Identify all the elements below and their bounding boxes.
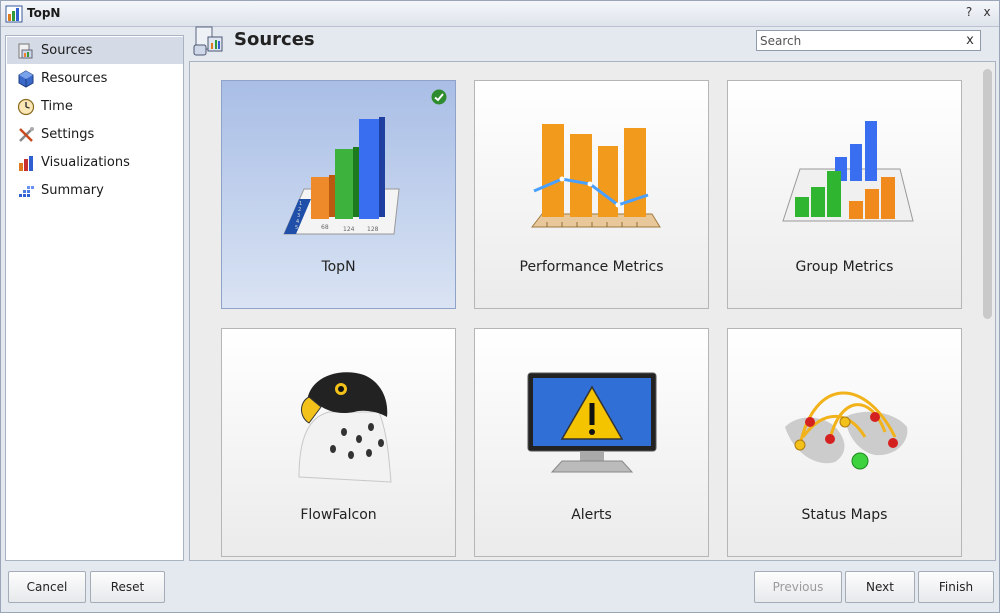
svg-text:124: 124 bbox=[343, 226, 355, 233]
sidebar-item-summary[interactable]: Summary bbox=[7, 177, 183, 204]
search-input[interactable] bbox=[757, 31, 957, 50]
page-title: Sources bbox=[234, 29, 315, 50]
sidebar-item-label: Sources bbox=[41, 43, 93, 58]
performance-metrics-icon bbox=[530, 124, 661, 228]
resources-icon bbox=[18, 69, 34, 88]
svg-text:68: 68 bbox=[321, 224, 329, 231]
tile-label: TopN bbox=[321, 259, 356, 275]
vertical-scrollbar[interactable] bbox=[982, 65, 993, 557]
clock-icon bbox=[17, 98, 35, 115]
tile-label: Alerts bbox=[571, 507, 612, 523]
tile-label: Status Maps bbox=[801, 507, 888, 523]
sidebar-item-settings[interactable]: Settings bbox=[7, 121, 183, 148]
sidebar-item-label: Visualizations bbox=[41, 155, 130, 170]
tile-flowfalcon[interactable]: FlowFalcon bbox=[221, 328, 456, 557]
wizard-window: TopN ? x Sources Resources Time Settings… bbox=[0, 0, 1000, 613]
sources-icon bbox=[18, 43, 33, 58]
sources-header-icon bbox=[193, 26, 223, 56]
tile-status-maps[interactable]: Status Maps bbox=[727, 328, 962, 557]
sidebar-item-resources[interactable]: Resources bbox=[7, 65, 183, 92]
cancel-button[interactable]: Cancel bbox=[8, 571, 86, 603]
topn-chart-icon: 123 45 68 124 128 bbox=[283, 117, 400, 235]
sidebar-item-label: Settings bbox=[41, 127, 95, 142]
tile-topn[interactable]: 123 45 68 124 128 TopN bbox=[221, 80, 456, 309]
sidebar-item-label: Summary bbox=[41, 183, 104, 198]
settings-tools-icon bbox=[19, 126, 34, 142]
sidebar-item-sources[interactable]: Sources bbox=[7, 37, 183, 64]
tile-label: Group Metrics bbox=[795, 259, 894, 275]
bar-chart-icon bbox=[19, 155, 33, 171]
search-box: x bbox=[756, 30, 981, 51]
reset-button[interactable]: Reset bbox=[90, 571, 165, 603]
close-button[interactable]: x bbox=[980, 5, 994, 19]
title-bar: TopN ? x bbox=[1, 1, 999, 27]
tile-performance-metrics[interactable]: Performance Metrics bbox=[474, 80, 709, 309]
sidebar-item-time[interactable]: Time bbox=[7, 93, 183, 120]
help-button[interactable]: ? bbox=[962, 5, 976, 19]
app-bar-chart-icon bbox=[5, 5, 23, 23]
search-clear-button[interactable]: x bbox=[960, 31, 980, 50]
falcon-icon bbox=[298, 372, 392, 483]
tile-label: Performance Metrics bbox=[519, 259, 664, 275]
group-metrics-icon bbox=[782, 121, 914, 222]
alert-monitor-icon bbox=[527, 372, 657, 473]
sidebar-item-visualizations[interactable]: Visualizations bbox=[7, 149, 183, 176]
scrollbar-thumb[interactable] bbox=[983, 69, 992, 319]
sidebar: Sources Resources Time Settings Visualiz… bbox=[5, 35, 184, 561]
finish-button[interactable]: Finish bbox=[918, 571, 994, 603]
source-tiles-panel: 123 45 68 124 128 TopN Performance Metri… bbox=[189, 61, 996, 561]
sidebar-item-label: Resources bbox=[41, 71, 108, 86]
previous-button[interactable]: Previous bbox=[754, 571, 842, 603]
sidebar-item-label: Time bbox=[41, 99, 73, 114]
tile-alerts[interactable]: Alerts bbox=[474, 328, 709, 557]
tile-group-metrics[interactable]: Group Metrics bbox=[727, 80, 962, 309]
summary-icon bbox=[19, 185, 34, 197]
svg-text:128: 128 bbox=[367, 226, 379, 233]
tile-label: FlowFalcon bbox=[300, 507, 377, 523]
world-map-icon bbox=[785, 391, 908, 470]
check-icon bbox=[431, 89, 447, 105]
next-button[interactable]: Next bbox=[845, 571, 915, 603]
window-title: TopN bbox=[27, 6, 61, 20]
svg-text:5: 5 bbox=[295, 225, 298, 231]
